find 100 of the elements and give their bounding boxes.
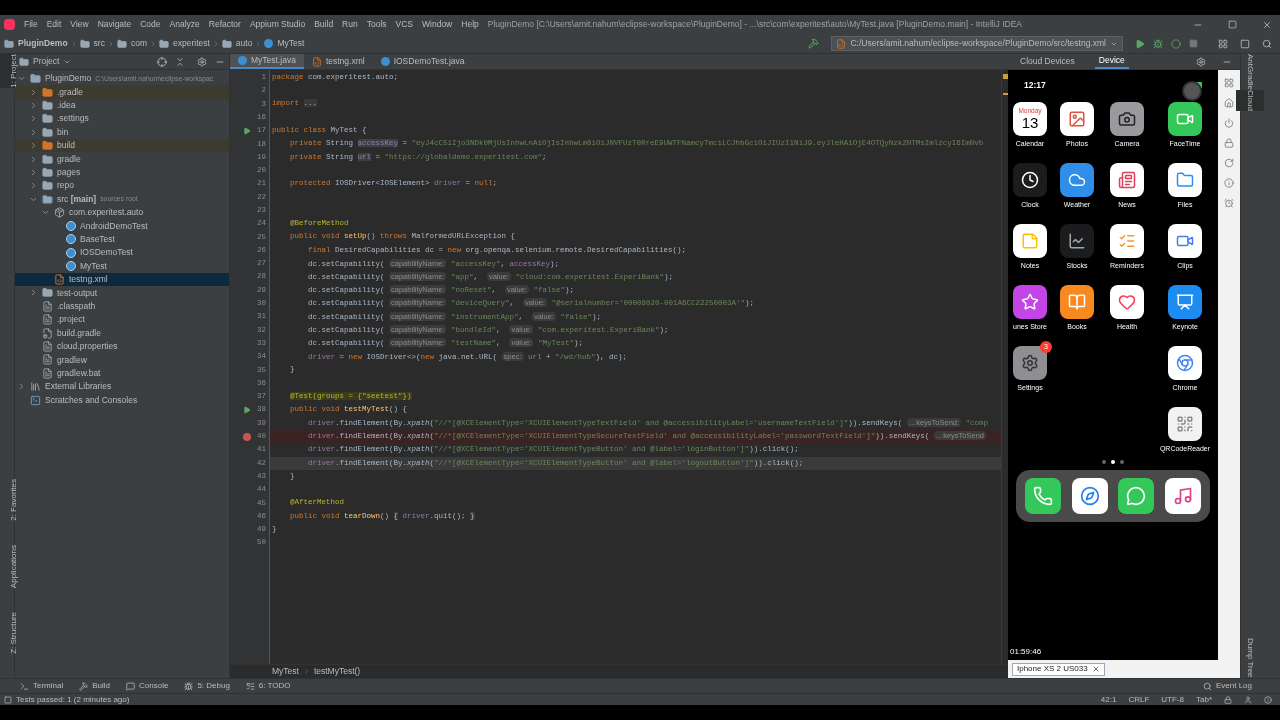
menu-item[interactable]: Navigate: [97, 18, 132, 31]
app-icon[interactable]: [1013, 163, 1047, 197]
status-item[interactable]: CRLF: [1128, 693, 1150, 706]
breadcrumb-item[interactable]: MyTest: [264, 37, 305, 50]
tree-item[interactable]: IOSDemoTest: [15, 246, 229, 260]
lock-icon[interactable]: [1224, 695, 1232, 704]
breadcrumb-item[interactable]: com: [116, 37, 147, 50]
tree-item[interactable]: repo: [15, 179, 229, 193]
dock-app-icon[interactable]: [1118, 478, 1155, 514]
tool-window-tab[interactable]: Z: Structure: [0, 612, 28, 654]
breadcrumb-item[interactable]: auto: [221, 37, 253, 50]
assistive-touch-button[interactable]: [1182, 81, 1202, 101]
run-gutter-icon[interactable]: [243, 126, 251, 135]
tool-window-tab[interactable]: Dump Tree: [1235, 638, 1264, 678]
tool-window-button[interactable]: Terminal: [20, 680, 64, 692]
menu-item[interactable]: Appium Studio: [249, 18, 306, 31]
app-icon[interactable]: [1110, 102, 1144, 136]
menu-item[interactable]: Code: [140, 18, 161, 31]
tree-item[interactable]: .idea: [15, 98, 229, 113]
status-item[interactable]: Tab*: [1196, 693, 1212, 706]
tree-item[interactable]: MyTest: [15, 259, 229, 273]
tree-item[interactable]: .classpath: [15, 299, 229, 314]
tool-window-toggle-icon[interactable]: [4, 695, 12, 704]
app-icon[interactable]: [1013, 346, 1047, 380]
run-gutter-icon[interactable]: [243, 406, 251, 415]
breadcrumb-item[interactable]: testMyTest(): [313, 665, 361, 678]
debug-icon[interactable]: [1153, 38, 1163, 49]
notification-icon[interactable]: [1264, 695, 1272, 704]
menu-item[interactable]: File: [24, 18, 38, 31]
layout-icon[interactable]: [1218, 38, 1228, 49]
lock-icon[interactable]: [1224, 138, 1234, 148]
breadcrumb-item[interactable]: experitest: [159, 37, 210, 50]
tool-window-tab[interactable]: 1: Project: [0, 54, 16, 88]
tree-item[interactable]: build: [15, 138, 229, 153]
user-icon[interactable]: [1244, 695, 1252, 704]
tool-window-tab[interactable]: Cloud: [1235, 90, 1264, 111]
maximize-icon[interactable]: [1228, 20, 1237, 29]
tree-item[interactable]: .settings: [15, 112, 229, 126]
tree-item[interactable]: bin: [15, 125, 229, 139]
grid-icon[interactable]: [1224, 78, 1234, 88]
coverage-icon[interactable]: [1171, 38, 1181, 49]
breadcrumb-item[interactable]: PluginDemo: [4, 37, 68, 50]
editor-tab[interactable]: testng.xml: [303, 54, 373, 69]
app-icon[interactable]: [1168, 346, 1202, 380]
collapse-all-icon[interactable]: [175, 56, 185, 67]
dock-app-icon[interactable]: [1071, 478, 1108, 514]
app-icon[interactable]: [1168, 407, 1202, 441]
panel-tab[interactable]: Cloud Devices: [1016, 54, 1079, 69]
panel-title[interactable]: Project: [33, 55, 60, 68]
menu-item[interactable]: Build: [314, 18, 334, 31]
info-icon[interactable]: [1224, 178, 1234, 188]
tool-window-tab[interactable]: Applications: [0, 545, 28, 589]
menu-item[interactable]: Window: [422, 18, 453, 31]
window-icon[interactable]: [1240, 38, 1250, 49]
session-device-tab[interactable]: Iphone XS 2 US033: [1012, 662, 1105, 676]
tool-window-tab[interactable]: Ant: [1235, 54, 1264, 66]
app-icon[interactable]: [1110, 163, 1144, 197]
tree-item[interactable]: gradlew.bat: [15, 366, 229, 380]
tool-window-tab[interactable]: Gradle: [1235, 66, 1264, 91]
app-icon[interactable]: [1013, 285, 1047, 319]
tree-item[interactable]: External Libraries: [15, 380, 229, 394]
tree-item[interactable]: .gradle: [15, 85, 229, 99]
tool-window-tab[interactable]: 2: Favorites: [0, 479, 28, 522]
app-icon[interactable]: [1168, 224, 1202, 258]
app-icon[interactable]: [1060, 102, 1094, 136]
app-icon[interactable]: [1110, 224, 1144, 258]
menu-item[interactable]: Run: [342, 18, 358, 31]
tree-item[interactable]: gradle: [15, 152, 229, 166]
dock-app-icon[interactable]: [1164, 478, 1201, 514]
tree-item[interactable]: build.gradle: [15, 326, 229, 340]
rotate-icon[interactable]: [1224, 158, 1234, 168]
breadcrumb-item[interactable]: MyTest: [272, 665, 299, 678]
menu-item[interactable]: Refactor: [208, 18, 241, 31]
settings-icon[interactable]: [197, 56, 207, 67]
app-icon[interactable]: [1168, 163, 1202, 197]
app-icon[interactable]: [1168, 285, 1202, 319]
tool-window-button[interactable]: Console: [126, 680, 169, 692]
menu-item[interactable]: View: [70, 18, 89, 31]
status-item[interactable]: 42:1: [1100, 693, 1117, 706]
build-icon[interactable]: [808, 38, 820, 49]
status-item[interactable]: UTF-8: [1161, 693, 1184, 706]
tool-window-button[interactable]: 6: TODO: [245, 680, 291, 692]
tool-window-button[interactable]: 5: Debug: [184, 680, 230, 692]
tree-item[interactable]: AndroidDemoTest: [15, 219, 229, 233]
home-icon[interactable]: [1224, 98, 1234, 108]
search-icon[interactable]: [1262, 38, 1272, 49]
alarm-icon[interactable]: [1224, 198, 1234, 208]
app-icon[interactable]: [1168, 102, 1202, 136]
app-icon[interactable]: [1013, 224, 1047, 258]
tree-item[interactable]: test-output: [15, 286, 229, 300]
app-icon[interactable]: [1060, 163, 1094, 197]
editor-tab[interactable]: MyTest.java: [230, 54, 304, 69]
run-configuration-dropdown[interactable]: C:/Users/amit.nahum/eclipse-workspace/PluginDemo/src/testng.xml: [831, 36, 1123, 51]
tree-item[interactable]: testng.xml: [15, 272, 229, 287]
menu-item[interactable]: Tools: [366, 18, 387, 31]
tree-item[interactable]: .project: [15, 313, 229, 327]
event-log-button[interactable]: Event Log: [1202, 680, 1252, 692]
tree-item[interactable]: com.experitest.auto: [15, 205, 229, 220]
menu-item[interactable]: Help: [461, 18, 479, 31]
app-icon[interactable]: [1060, 224, 1094, 258]
